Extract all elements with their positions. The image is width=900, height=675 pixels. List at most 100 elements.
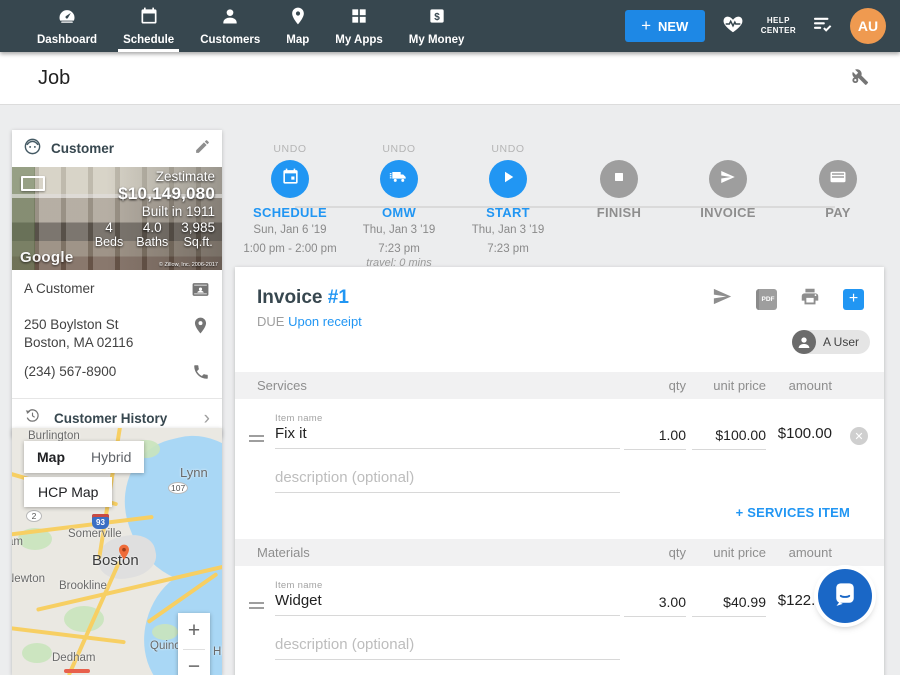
nav-label: Customers <box>200 34 260 46</box>
chat-fab-button[interactable] <box>818 569 872 623</box>
item-name-label: Item name <box>275 413 323 424</box>
undo-start-button[interactable]: UNDO <box>446 143 570 156</box>
service-description-input[interactable] <box>275 469 620 493</box>
step-time: 7:23 pm <box>337 241 461 258</box>
invoice-number[interactable]: #1 <box>328 287 349 308</box>
step-date: Thu, Jan 3 '19 <box>446 222 570 239</box>
calendar-icon <box>281 167 300 191</box>
new-button[interactable]: + NEW <box>625 10 705 42</box>
nav-item-map[interactable]: Map <box>273 0 322 52</box>
hcp-map-button[interactable]: HCP Map <box>24 477 112 507</box>
invoice-title-text: Invoice <box>257 287 322 308</box>
service-item-name-input[interactable] <box>275 425 620 449</box>
user-avatar[interactable]: AU <box>850 8 886 44</box>
amount-column-header: amount <box>789 539 832 566</box>
nav-item-schedule[interactable]: Schedule <box>110 0 187 52</box>
due-terms-link[interactable]: Upon receipt <box>288 314 362 329</box>
dashboard-icon <box>57 6 77 34</box>
map-type-hybrid-button[interactable]: Hybrid <box>78 441 144 473</box>
pay-step-button[interactable] <box>819 160 857 198</box>
pdf-icon[interactable]: PDF <box>756 289 777 310</box>
start-step-button[interactable] <box>489 160 527 198</box>
step-label: PAY <box>776 205 900 220</box>
nav-right: + NEW HELP CENTER AU <box>625 8 900 44</box>
zoom-out-button[interactable]: − <box>178 650 210 675</box>
plus-icon: + <box>641 16 651 36</box>
service-qty-input[interactable] <box>624 427 686 450</box>
play-icon <box>499 168 517 191</box>
add-services-item-button[interactable]: + SERVICES ITEM <box>736 505 850 520</box>
step-schedule: UNDO SCHEDULE Sun, Jan 6 '19 1:00 pm - 2… <box>228 135 352 257</box>
finish-step-button[interactable] <box>600 160 638 198</box>
customer-address: 250 Boylston St Boston, MA 02116 <box>24 316 133 351</box>
location-pin-icon[interactable] <box>191 316 210 340</box>
undo-spacer <box>557 143 681 156</box>
nav-label: My Apps <box>335 34 383 46</box>
job-progress-stepper: UNDO SCHEDULE Sun, Jan 6 '19 1:00 pm - 2… <box>0 135 900 265</box>
customer-phone-row: (234) 567-8900 <box>24 363 210 386</box>
print-icon[interactable] <box>799 286 821 313</box>
customer-history-label: Customer History <box>54 411 167 426</box>
map-road-red <box>64 669 90 673</box>
add-invoice-button[interactable]: + <box>843 289 864 310</box>
nav-item-dashboard[interactable]: Dashboard <box>24 0 110 52</box>
nav-item-my-apps[interactable]: My Apps <box>322 0 396 52</box>
map-label-lynn: Lynn <box>180 465 208 480</box>
qty-column-header: qty <box>669 372 686 399</box>
nav-label: Schedule <box>123 34 174 46</box>
help-center-link[interactable]: HELP CENTER <box>761 16 796 36</box>
health-heart-icon[interactable] <box>721 13 745 40</box>
step-invoice: INVOICE <box>666 135 790 220</box>
unit-price-column-header: unit price <box>713 539 766 566</box>
drag-handle[interactable] <box>249 435 264 445</box>
material-unit-price-input[interactable] <box>692 594 766 617</box>
invoice-step-button[interactable] <box>709 160 747 198</box>
address-line1: 250 Boylston St <box>24 317 119 332</box>
material-item-name-input[interactable] <box>275 592 620 616</box>
nav-item-customers[interactable]: Customers <box>187 0 273 52</box>
job-location-pin <box>114 543 134 568</box>
step-start: UNDO START Thu, Jan 3 '19 7:23 pm <box>446 135 570 257</box>
assignee-chip[interactable]: A User <box>792 330 870 354</box>
material-qty-input[interactable] <box>624 594 686 617</box>
drag-handle[interactable] <box>249 602 264 612</box>
amount-column-header: amount <box>789 372 832 399</box>
dollar-icon: $ <box>427 6 447 34</box>
customer-name: A Customer <box>24 280 95 298</box>
material-description-input[interactable] <box>275 636 620 660</box>
step-label: INVOICE <box>666 205 790 220</box>
nav-label: Map <box>286 34 309 46</box>
send-invoice-icon[interactable] <box>711 285 734 313</box>
step-time: 7:23 pm <box>446 241 570 258</box>
step-label: START <box>446 205 570 220</box>
assignee-name: A User <box>823 335 859 349</box>
section-title: Services <box>257 372 307 399</box>
map-type-map-button[interactable]: Map <box>24 441 78 473</box>
omw-step-button[interactable] <box>380 160 418 198</box>
step-finish: FINISH <box>557 135 681 220</box>
undo-omw-button[interactable]: UNDO <box>337 143 461 156</box>
history-icon <box>24 407 41 429</box>
delete-item-button[interactable]: ✕ <box>850 427 868 445</box>
step-label: FINISH <box>557 205 681 220</box>
map-label-newton: Newton <box>12 573 45 585</box>
qty-column-header: qty <box>669 539 686 566</box>
service-unit-price-input[interactable] <box>692 427 766 450</box>
undo-spacer <box>776 143 900 156</box>
undo-schedule-button[interactable]: UNDO <box>228 143 352 156</box>
map-label-brookline: Brookline <box>59 580 107 592</box>
customer-phone: (234) 567-8900 <box>24 363 116 381</box>
unit-price-column-header: unit price <box>713 372 766 399</box>
job-settings-icon[interactable] <box>848 65 870 92</box>
zoom-in-button[interactable]: + <box>178 613 210 649</box>
map-widget[interactable]: Burlington Lynn Waltham Somerville Bosto… <box>12 428 222 675</box>
phone-icon[interactable] <box>192 363 210 386</box>
contact-card-icon[interactable] <box>191 280 210 304</box>
map-road <box>12 626 126 645</box>
task-list-icon[interactable] <box>812 15 834 38</box>
nav-item-my-money[interactable]: $ My Money <box>396 0 478 52</box>
map-type-toggle: Map Hybrid <box>24 441 144 473</box>
schedule-step-button[interactable] <box>271 160 309 198</box>
map-pin-icon <box>288 6 308 34</box>
materials-section: Materials qty unit price amount Item nam… <box>235 539 884 675</box>
